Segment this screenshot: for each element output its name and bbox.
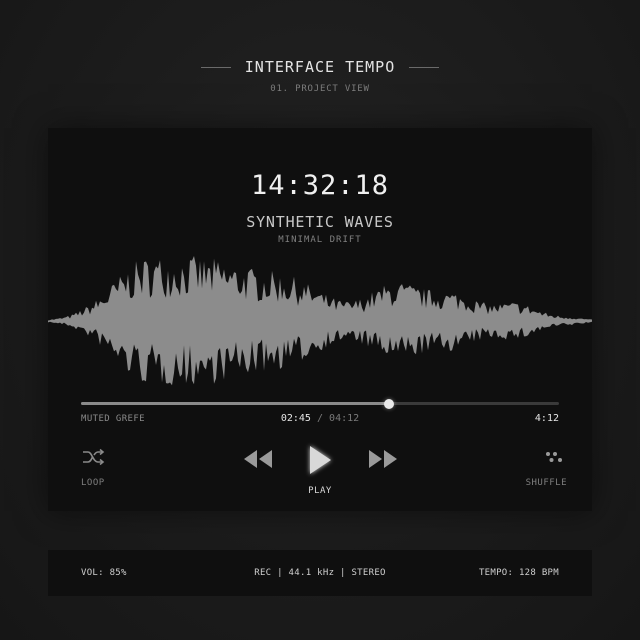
status-bar: VOL: 85% REC | 44.1 kHz | STEREO TEMPO: … [48, 550, 592, 596]
page-subtitle: 01. PROJECT VIEW [270, 84, 370, 94]
progress-fill [81, 402, 390, 405]
fast-forward-icon [369, 450, 397, 468]
tempo-status: TEMPO: 128 BPM [478, 568, 559, 578]
waveform-shape [48, 256, 592, 386]
waveform-display[interactable] [48, 256, 592, 386]
total-time: 04:12 [329, 413, 360, 424]
time-separator: / [316, 413, 324, 424]
play-icon[interactable] [304, 442, 336, 478]
loop-icon[interactable] [81, 448, 105, 466]
shuffle-control[interactable]: SHUFFLE [526, 448, 567, 488]
shuffle-label: SHUFFLE [525, 478, 567, 488]
play-label: PLAY [308, 486, 332, 496]
remaining-time: 4:12 [534, 413, 559, 424]
play-control[interactable]: PLAY [290, 442, 350, 496]
title-row: INTERFACE TEMPO [0, 58, 640, 76]
rewind-icon [244, 450, 272, 468]
shuffle-icon[interactable] [543, 448, 567, 466]
title-divider-right [409, 66, 440, 68]
track-subtitle: MINIMAL DRIFT [278, 235, 362, 245]
progress-bar[interactable] [81, 398, 559, 409]
loop-control[interactable]: LOOP [81, 448, 105, 488]
player-panel: 14:32:18 SYNTHETIC WAVES MINIMAL DRIFT M… [48, 128, 592, 511]
current-time: 02:45 [280, 413, 311, 424]
progress-handle[interactable] [384, 398, 395, 409]
rewind-button[interactable] [242, 449, 274, 469]
clock-display: 14:32:18 [250, 170, 390, 201]
loop-label: LOOP [81, 478, 105, 488]
track-title: SYNTHETIC WAVES [246, 213, 394, 231]
page-title: INTERFACE TEMPO [244, 58, 396, 76]
time-readout: 02:45 / 04:12 [48, 413, 592, 424]
fast-forward-button[interactable] [367, 449, 399, 469]
page-header: INTERFACE TEMPO 01. PROJECT VIEW [0, 58, 640, 94]
title-divider-left [200, 66, 231, 68]
